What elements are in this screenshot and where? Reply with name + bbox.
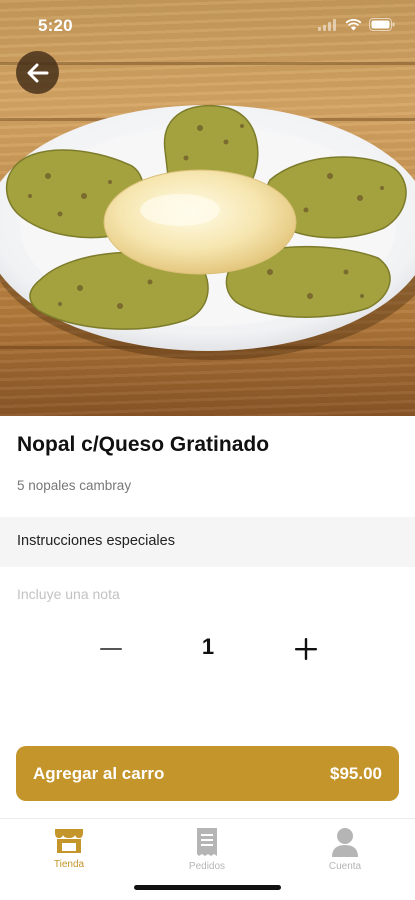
wifi-icon: [345, 18, 362, 30]
arrow-left-icon: [27, 63, 48, 82]
decrease-quantity-button[interactable]: [94, 632, 128, 666]
product-image: 5:20: [0, 0, 415, 416]
special-note-input[interactable]: [17, 582, 397, 606]
tab-pedidos[interactable]: Pedidos: [152, 827, 262, 872]
product-title: Nopal c/Queso Gratinado: [17, 433, 270, 456]
nopales-dish-illustration: [0, 104, 415, 360]
tab-label-cuenta: Cuenta: [328, 861, 362, 872]
status-icons: [318, 18, 395, 31]
tab-label-tienda: Tienda: [53, 859, 85, 870]
tab-cuenta[interactable]: Cuenta: [290, 827, 400, 872]
store-icon: [55, 829, 83, 853]
person-icon: [332, 828, 358, 857]
cellular-signal-icon: [318, 18, 336, 31]
home-indicator: [134, 885, 281, 890]
plus-icon: [295, 638, 317, 660]
status-time: 5:20: [38, 16, 73, 35]
battery-icon: [369, 18, 395, 31]
product-description: 5 nopales cambray: [17, 478, 132, 493]
quantity-value: 1: [201, 634, 215, 659]
status-bar: 5:20: [0, 0, 415, 52]
special-instructions-header: Instrucciones especiales: [0, 517, 415, 567]
receipt-icon: [197, 828, 217, 856]
add-to-cart-label: Agregar al carro: [33, 763, 165, 783]
tab-label-pedidos: Pedidos: [188, 861, 226, 872]
minus-icon: [100, 648, 122, 650]
tab-tienda[interactable]: Tienda: [14, 827, 124, 870]
increase-quantity-button[interactable]: [289, 632, 323, 666]
special-instructions-label: Instrucciones especiales: [17, 533, 175, 549]
cart-price: $95.00: [330, 763, 382, 783]
back-button[interactable]: [16, 51, 59, 94]
add-to-cart-button[interactable]: Agregar al carro $95.00: [16, 746, 399, 801]
